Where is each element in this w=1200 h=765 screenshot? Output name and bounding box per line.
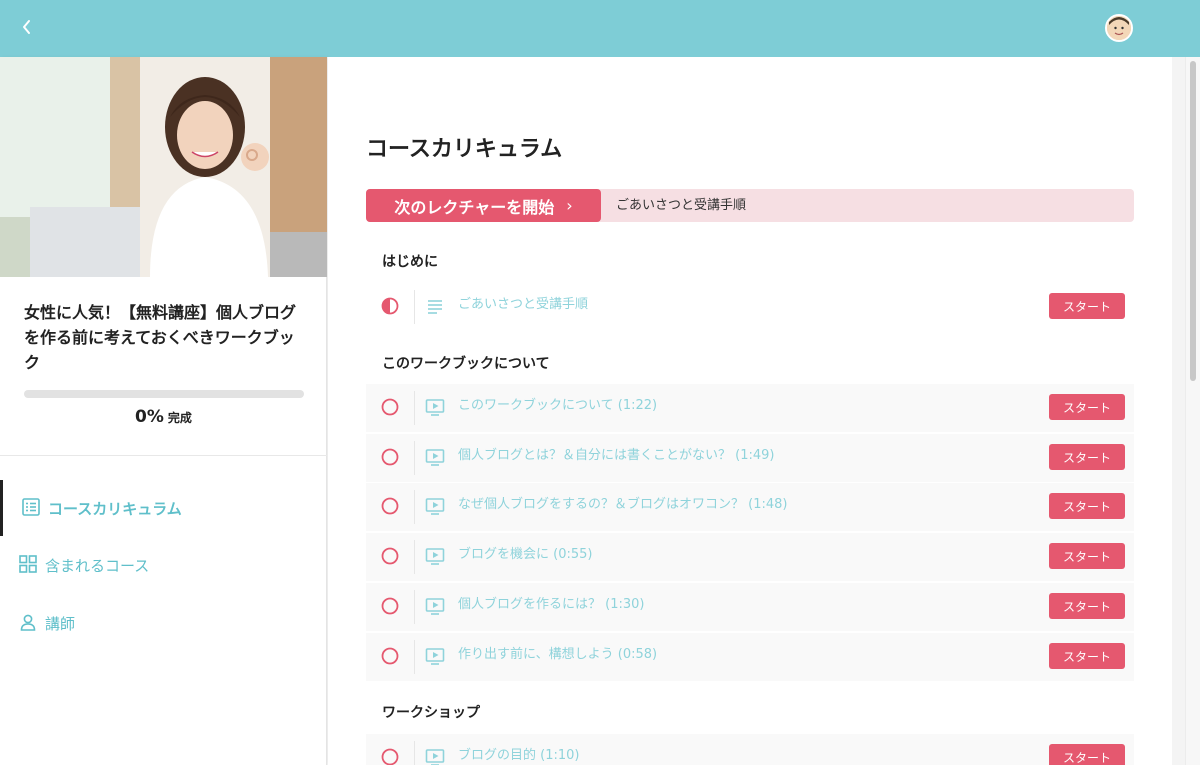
lecture-title[interactable]: ごあいさつと受講手順	[458, 283, 588, 331]
video-icon	[425, 646, 445, 666]
half-circle-icon	[381, 297, 399, 315]
user-icon	[19, 613, 39, 633]
sidebar-item-included-courses[interactable]: 含まれるコース	[0, 537, 327, 593]
lecture-row[interactable]: 個人ブログとは？＆自分には書くことがない？ (1:49) スタート	[366, 434, 1134, 482]
empty-circle-icon	[381, 547, 399, 565]
row-divider	[414, 540, 415, 574]
row-divider	[414, 490, 415, 524]
course-hero-image	[0, 57, 327, 277]
lecture-title[interactable]: ブログを機会に (0:55)	[458, 533, 592, 581]
sidebar-item-instructor[interactable]: 講師	[0, 595, 327, 651]
section-title: このワークブックについて	[382, 356, 550, 372]
start-button[interactable]: スタート	[1049, 493, 1125, 519]
top-bar	[0, 0, 1200, 57]
empty-circle-icon	[381, 748, 399, 765]
sidebar-item-curriculum[interactable]: コースカリキュラム	[0, 480, 327, 536]
empty-circle-icon	[381, 448, 399, 466]
page-title: コースカリキュラム	[366, 137, 563, 162]
progress-bar	[24, 390, 304, 398]
start-button[interactable]: スタート	[1049, 394, 1125, 420]
video-icon	[425, 747, 445, 765]
lecture-row[interactable]: ごあいさつと受講手順 スタート	[366, 283, 1134, 331]
chevron-left-icon	[23, 20, 30, 34]
lecture-title[interactable]: ブログの目的 (1:10)	[458, 734, 579, 765]
lecture-title[interactable]: なぜ個人ブログをするの？＆ブログはオワコン？ (1:48)	[458, 483, 787, 531]
sidebar-item-label: コースカリキュラム	[48, 499, 182, 518]
row-divider	[414, 441, 415, 475]
progress-label: 完成	[167, 411, 192, 425]
next-lecture-bar: 次のレクチャーを開始 › ごあいさつと受講手順	[366, 189, 1134, 222]
back-button[interactable]	[14, 14, 40, 40]
empty-circle-icon	[381, 497, 399, 515]
lecture-row[interactable]: このワークブックについて (1:22) スタート	[366, 384, 1134, 432]
scrollbar[interactable]	[1185, 57, 1200, 765]
row-divider	[414, 640, 415, 674]
lecture-row[interactable]: 個人ブログを作るには？ (1:30) スタート	[366, 583, 1134, 631]
lecture-row[interactable]: 作り出す前に、構想しよう (0:58) スタート	[366, 633, 1134, 681]
row-divider	[414, 391, 415, 425]
empty-circle-icon	[381, 398, 399, 416]
lecture-title[interactable]: 個人ブログを作るには？ (1:30)	[458, 583, 644, 631]
start-button[interactable]: スタート	[1049, 643, 1125, 669]
section-title: はじめに	[382, 254, 438, 270]
row-divider	[414, 741, 415, 765]
start-button[interactable]: スタート	[1049, 444, 1125, 470]
next-lecture-title: ごあいさつと受講手順	[616, 198, 747, 213]
empty-circle-icon	[381, 647, 399, 665]
start-next-lecture-button[interactable]: 次のレクチャーを開始 ›	[366, 189, 601, 222]
start-next-lecture-label: 次のレクチャーを開始	[394, 197, 555, 217]
video-icon	[425, 596, 445, 616]
sidebar-item-label: 含まれるコース	[45, 556, 150, 575]
row-divider	[414, 590, 415, 624]
text-icon	[425, 296, 445, 316]
video-icon	[425, 496, 445, 516]
scrollbar-thumb[interactable]	[1190, 61, 1196, 381]
chevron-right-icon: ›	[566, 196, 573, 215]
progress-percent: 0%	[135, 407, 164, 427]
empty-circle-icon	[381, 597, 399, 615]
start-button[interactable]: スタート	[1049, 744, 1125, 765]
main-content: コースカリキュラム 次のレクチャーを開始 › ごあいさつと受講手順 はじめに ご…	[328, 57, 1172, 765]
user-avatar[interactable]	[1105, 14, 1133, 42]
row-divider	[414, 290, 415, 324]
sidebar-item-label: 講師	[45, 614, 76, 633]
lecture-row[interactable]: なぜ個人ブログをするの？＆ブログはオワコン？ (1:48) スタート	[366, 483, 1134, 531]
video-icon	[425, 447, 445, 467]
sidebar-divider	[0, 455, 327, 456]
lecture-title[interactable]: このワークブックについて (1:22)	[458, 384, 657, 432]
start-button[interactable]: スタート	[1049, 593, 1125, 619]
video-icon	[425, 397, 445, 417]
grid-icon	[19, 555, 39, 575]
video-icon	[425, 546, 445, 566]
start-button[interactable]: スタート	[1049, 543, 1125, 569]
course-title: 女性に人気！【無料講座】個人ブログを作る前に考えておくべきワークブック	[24, 303, 297, 372]
section-title: ワークショップ	[382, 705, 480, 721]
progress-text: 0% 完成	[0, 407, 327, 427]
lecture-row[interactable]: ブログの目的 (1:10) スタート	[366, 734, 1134, 765]
list-icon	[22, 498, 42, 518]
start-button[interactable]: スタート	[1049, 293, 1125, 319]
lecture-row[interactable]: ブログを機会に (0:55) スタート	[366, 533, 1134, 581]
sidebar: 女性に人気！【無料講座】個人ブログを作る前に考えておくべきワークブック 0% 完成…	[0, 57, 327, 765]
lecture-title[interactable]: 個人ブログとは？＆自分には書くことがない？ (1:49)	[458, 434, 774, 482]
lecture-title[interactable]: 作り出す前に、構想しよう (0:58)	[458, 633, 657, 681]
